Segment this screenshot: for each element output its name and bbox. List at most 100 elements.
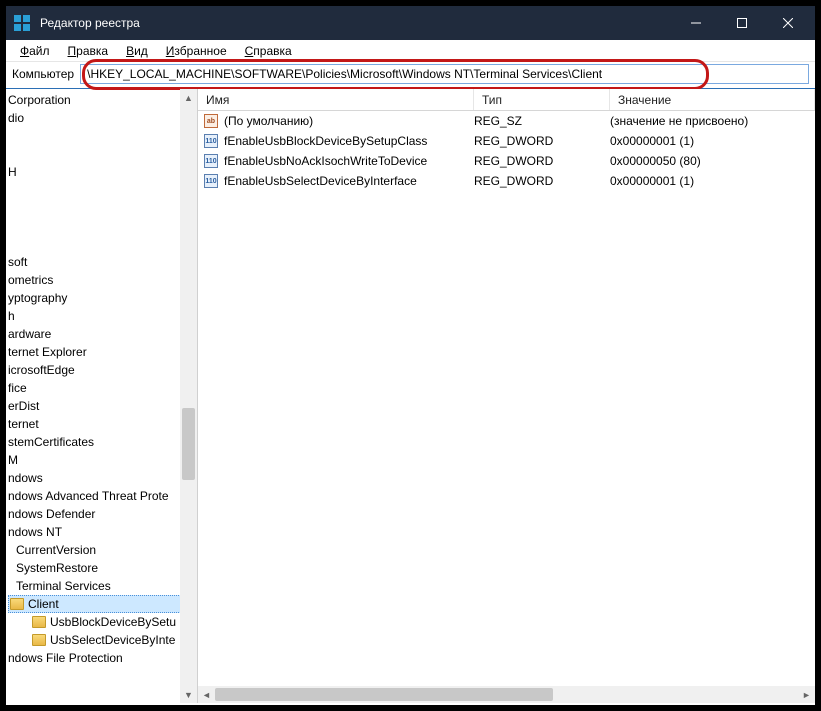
tree-item[interactable]: [8, 217, 197, 235]
horizontal-scrollbar[interactable]: ◄ ►: [198, 686, 815, 703]
tree-item[interactable]: H: [8, 163, 197, 181]
tree-item-label: [8, 181, 11, 199]
maximize-button[interactable]: [719, 6, 765, 40]
tree-item[interactable]: stemCertificates: [8, 433, 197, 451]
tree-item[interactable]: ometrics: [8, 271, 197, 289]
tree-item[interactable]: CurrentVersion: [8, 541, 197, 559]
address-input[interactable]: [80, 64, 809, 84]
value-name: fEnableUsbBlockDeviceBySetupClass: [224, 134, 427, 148]
tree-item-label: dio: [8, 109, 24, 127]
tree-item[interactable]: Corporation: [8, 91, 197, 109]
tree-item-label: ternet: [8, 415, 39, 433]
tree-item[interactable]: ndows: [8, 469, 197, 487]
tree-item[interactable]: Terminal Services: [8, 577, 197, 595]
value-data: 0x00000001 (1): [610, 134, 815, 148]
menu-view[interactable]: Вид: [118, 42, 156, 60]
app-icon: [14, 15, 30, 31]
tree-item[interactable]: soft: [8, 253, 197, 271]
string-value-icon: ab: [204, 114, 218, 128]
scroll-thumb[interactable]: [215, 688, 553, 701]
tree-item-label: [8, 199, 11, 217]
tree-item[interactable]: ndows Defender: [8, 505, 197, 523]
column-value[interactable]: Значение: [610, 89, 815, 110]
menubar: Файл Правка Вид Избранное Справка: [6, 40, 815, 62]
column-name[interactable]: Имя: [198, 89, 474, 110]
tree-item[interactable]: M: [8, 451, 197, 469]
tree-item-label: ndows NT: [8, 523, 62, 541]
tree-item-label: [8, 145, 11, 163]
value-data: 0x00000001 (1): [610, 174, 815, 188]
tree-item[interactable]: ardware: [8, 325, 197, 343]
scroll-left-button[interactable]: ◄: [198, 686, 215, 703]
listview-row[interactable]: ab (По умолчанию) REG_SZ(значение не присв…: [198, 111, 815, 131]
titlebar[interactable]: Редактор реестра: [6, 6, 815, 40]
tree-panel[interactable]: Corporationdio H softometricsyptographyh…: [6, 89, 198, 703]
tree-item[interactable]: fice: [8, 379, 197, 397]
window-title: Редактор реестра: [40, 16, 140, 30]
listview-panel[interactable]: Имя Тип Значение ab (По умолчанию) REG_SZ(…: [198, 89, 815, 703]
tree-item-label: Client: [28, 595, 59, 613]
scroll-down-button[interactable]: ▼: [180, 686, 197, 703]
tree-item[interactable]: dio: [8, 109, 197, 127]
menu-favorites[interactable]: Избранное: [158, 42, 235, 60]
tree-item[interactable]: [8, 235, 197, 253]
tree-item[interactable]: UsbSelectDeviceByInte: [8, 631, 197, 649]
tree-item-label: yptography: [8, 289, 67, 307]
tree-item-label: UsbBlockDeviceBySetu: [50, 613, 176, 631]
tree-item[interactable]: [8, 145, 197, 163]
value-type: REG_DWORD: [474, 154, 610, 168]
tree-item[interactable]: UsbBlockDeviceBySetu: [8, 613, 197, 631]
tree-item[interactable]: yptography: [8, 289, 197, 307]
tree-item-label: [8, 127, 11, 145]
tree-item[interactable]: icrosoftEdge: [8, 361, 197, 379]
value-name: (По умолчанию): [224, 114, 313, 128]
folder-icon: [32, 634, 46, 646]
tree-item-label: ndows File Protection: [8, 649, 123, 667]
value-name: fEnableUsbNoAckIsochWriteToDevice: [224, 154, 427, 168]
tree-item[interactable]: h: [8, 307, 197, 325]
tree-item[interactable]: Client: [8, 595, 197, 613]
column-type[interactable]: Тип: [474, 89, 610, 110]
listview-row[interactable]: 110fEnableUsbSelectDeviceByInterfaceREG_…: [198, 171, 815, 191]
listview-row[interactable]: 110fEnableUsbBlockDeviceBySetupClassREG_…: [198, 131, 815, 151]
tree-item-label: ndows Defender: [8, 505, 95, 523]
scroll-up-button[interactable]: ▲: [180, 89, 197, 106]
scroll-right-button[interactable]: ►: [798, 686, 815, 703]
tree-item-label: Terminal Services: [16, 577, 111, 595]
dword-value-icon: 110: [204, 134, 218, 148]
tree-item[interactable]: ndows File Protection: [8, 649, 197, 667]
vertical-scrollbar[interactable]: ▲▼: [180, 89, 197, 703]
tree-item[interactable]: [8, 199, 197, 217]
menu-edit[interactable]: Правка: [60, 42, 117, 60]
minimize-button[interactable]: [673, 6, 719, 40]
tree-item-label: ndows: [8, 469, 43, 487]
value-data: (значение не присвоено): [610, 114, 815, 128]
scroll-thumb[interactable]: [182, 408, 195, 480]
workspace: Corporationdio H softometricsyptographyh…: [6, 88, 815, 703]
tree-item-label: CurrentVersion: [16, 541, 96, 559]
tree-item-label: M: [8, 451, 18, 469]
tree-item[interactable]: [8, 127, 197, 145]
tree-item-label: ardware: [8, 325, 51, 343]
tree-item-label: [8, 217, 11, 235]
tree-item[interactable]: ndows Advanced Threat Prote: [8, 487, 197, 505]
tree-item-label: [8, 235, 11, 253]
dword-value-icon: 110: [204, 154, 218, 168]
tree-item[interactable]: [8, 181, 197, 199]
tree-item-label: h: [8, 307, 15, 325]
tree-item[interactable]: erDist: [8, 397, 197, 415]
tree-item-label: H: [8, 163, 17, 181]
menu-file[interactable]: Файл: [12, 42, 58, 60]
tree-item[interactable]: SystemRestore: [8, 559, 197, 577]
tree-item[interactable]: ndows NT: [8, 523, 197, 541]
value-type: REG_SZ: [474, 114, 610, 128]
close-button[interactable]: [765, 6, 811, 40]
listview-header[interactable]: Имя Тип Значение: [198, 89, 815, 111]
value-data: 0x00000050 (80): [610, 154, 815, 168]
tree-item-label: SystemRestore: [16, 559, 98, 577]
listview-row[interactable]: 110 fEnableUsbNoAckIsochWriteToDevice REG_…: [198, 151, 815, 171]
address-label: Компьютер: [12, 67, 76, 81]
menu-help[interactable]: Справка: [237, 42, 300, 60]
tree-item[interactable]: ternet: [8, 415, 197, 433]
tree-item[interactable]: ternet Explorer: [8, 343, 197, 361]
